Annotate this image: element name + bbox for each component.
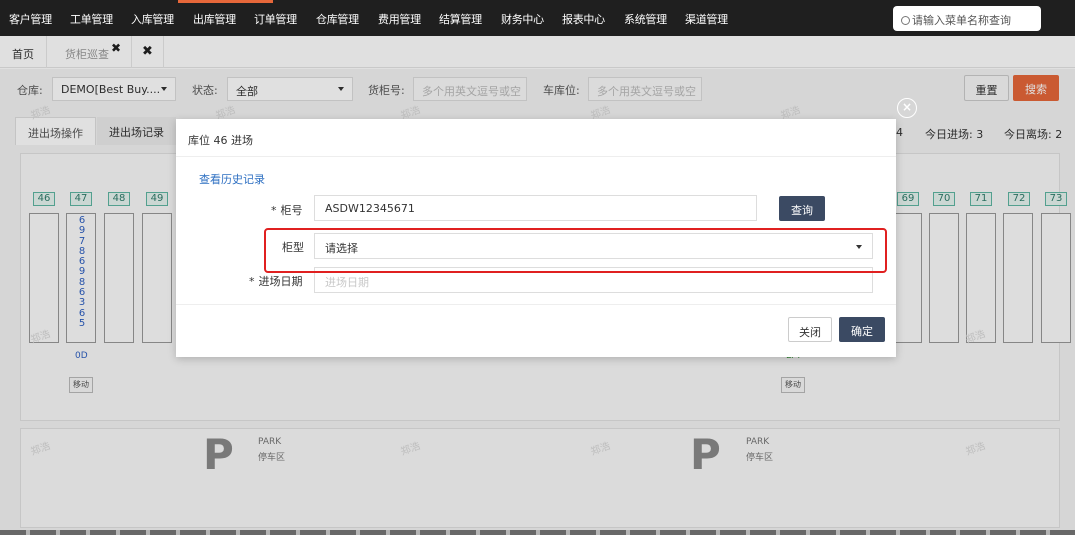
view-history-link[interactable]: 查看历史记录 [199,171,265,187]
top-nav-bar: 客户管理 工单管理 入库管理 出库管理 订单管理 仓库管理 费用管理 结算管理 … [0,0,1075,36]
required-mark: * [249,275,255,288]
query-button[interactable]: 查询 [779,196,825,221]
highlight-box [264,228,887,273]
nav-item-fees[interactable]: 费用管理 [378,11,421,27]
container-no-form-label: * 柜号 [271,202,303,218]
divider [176,156,896,157]
nav-item-reports[interactable]: 报表中心 [562,11,605,27]
nav-item-settlement[interactable]: 结算管理 [439,11,482,27]
nav-item-orders[interactable]: 订单管理 [254,11,297,27]
divider [176,304,896,305]
top-accent-bar [0,0,1075,3]
menu-search-input[interactable]: 请输入菜单名称查询 [893,6,1041,31]
search-icon [901,16,910,25]
nav-item-channels[interactable]: 渠道管理 [685,11,728,27]
container-no-input[interactable]: ASDW12345671 [314,195,757,221]
container-no-label-text: 柜号 [280,204,303,217]
nav-item-inbound[interactable]: 入库管理 [131,11,174,27]
menu-search-placeholder: 请输入菜单名称查询 [912,14,1011,27]
dialog-title: 库位 46 进场 [188,134,253,147]
nav-item-workorder[interactable]: 工单管理 [70,11,113,27]
entry-date-label-text: 进场日期 [258,275,303,288]
nav-item-system[interactable]: 系统管理 [624,11,667,27]
nav-item-customer[interactable]: 客户管理 [9,11,52,27]
nav-item-warehouse[interactable]: 仓库管理 [316,11,359,27]
entry-date-form-label: * 进场日期 [249,273,303,289]
required-mark: * [271,204,277,217]
nav-item-outbound[interactable]: 出库管理 [193,11,236,27]
nav-item-finance[interactable]: 财务中心 [501,11,544,27]
close-button[interactable]: 关闭 [788,317,832,342]
active-menu-indicator [178,0,273,3]
confirm-button[interactable]: 确定 [839,317,885,342]
close-circle-icon[interactable]: × [897,98,917,118]
